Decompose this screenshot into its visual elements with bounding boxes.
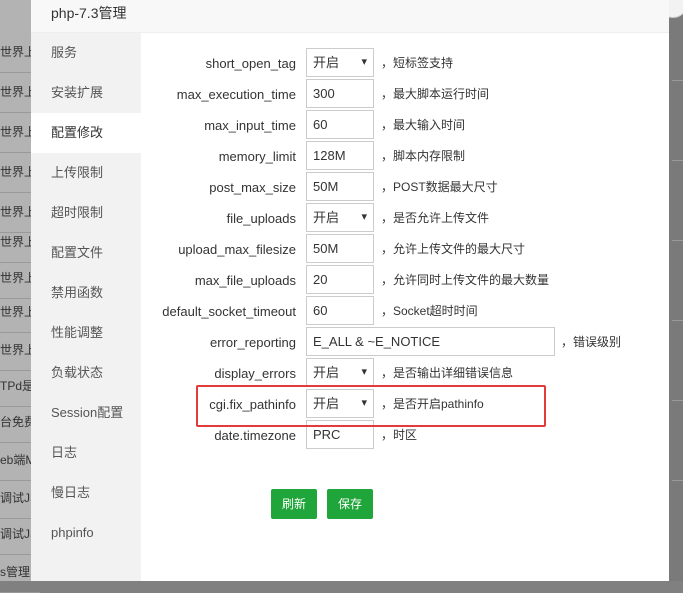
sidebar-item-service[interactable]: 服务 bbox=[31, 33, 141, 73]
default-socket-timeout-input[interactable]: 60 bbox=[306, 296, 374, 325]
setting-description: ，POST数据最大尺寸 bbox=[381, 180, 498, 194]
setting-label: short_open_tag bbox=[205, 56, 296, 71]
background-divider bbox=[672, 160, 683, 161]
setting-label: error_reporting bbox=[210, 335, 296, 350]
sidebar-item-install-extensions[interactable]: 安装扩展 bbox=[31, 73, 141, 113]
setting-label: max_input_time bbox=[204, 118, 296, 133]
sidebar-item-disabled-functions[interactable]: 禁用函数 bbox=[31, 273, 141, 313]
setting-description: ，是否允许上传文件 bbox=[381, 211, 490, 225]
setting-label: post_max_size bbox=[209, 180, 296, 195]
php-manage-dialog: php-7.3管理 服务 安装扩展 配置修改 上传限制 超时限制 配置文件 禁用… bbox=[31, 0, 669, 581]
sidebar-item-performance[interactable]: 性能调整 bbox=[31, 313, 141, 353]
setting-row-error-reporting: error_reporting E_ALL & ~E_NOTICE ，错误级别 bbox=[141, 327, 669, 358]
background-divider bbox=[672, 320, 683, 321]
setting-description: ，最大脚本运行时间 bbox=[381, 87, 490, 101]
max-input-time-input[interactable]: 60 bbox=[306, 110, 374, 139]
post-max-size-input[interactable]: 50M bbox=[306, 172, 374, 201]
setting-label: memory_limit bbox=[218, 149, 296, 164]
setting-row-max-input-time: max_input_time 60 ，最大输入时间 bbox=[141, 110, 669, 141]
sidebar-item-upload-limit[interactable]: 上传限制 bbox=[31, 153, 141, 193]
sidebar-item-load-status[interactable]: 负载状态 bbox=[31, 353, 141, 393]
setting-description: ，脚本内存限制 bbox=[381, 149, 466, 163]
setting-row-max-file-uploads: max_file_uploads 20 ，允许同时上传文件的最大数量 bbox=[141, 265, 669, 296]
dialog-title: php-7.3管理 bbox=[31, 0, 669, 33]
background-divider bbox=[672, 240, 683, 241]
sidebar-item-phpinfo[interactable]: phpinfo bbox=[31, 513, 141, 553]
setting-description: ，允许上传文件的最大尺寸 bbox=[381, 242, 526, 256]
setting-row-memory-limit: memory_limit 128M ，脚本内存限制 bbox=[141, 141, 669, 172]
sidebar-item-config-edit[interactable]: 配置修改 bbox=[31, 113, 141, 153]
sidebar-item-config-file[interactable]: 配置文件 bbox=[31, 233, 141, 273]
setting-label: max_file_uploads bbox=[194, 273, 296, 288]
setting-row-default-socket-timeout: default_socket_timeout 60 ，Socket超时时间 bbox=[141, 296, 669, 327]
setting-description: ，短标签支持 bbox=[381, 56, 454, 70]
error-reporting-input[interactable]: E_ALL & ~E_NOTICE bbox=[306, 327, 555, 356]
setting-row-upload-max-filesize: upload_max_filesize 50M ，允许上传文件的最大尺寸 bbox=[141, 234, 669, 265]
save-button[interactable]: 保存 bbox=[327, 489, 374, 519]
upload-max-filesize-input[interactable]: 50M bbox=[306, 234, 374, 263]
sidebar-item-timeout-limit[interactable]: 超时限制 bbox=[31, 193, 141, 233]
sidebar-item-log[interactable]: 日志 bbox=[31, 433, 141, 473]
memory-limit-input[interactable]: 128M bbox=[306, 141, 374, 170]
sidebar-item-slow-log[interactable]: 慢日志 bbox=[31, 473, 141, 513]
highlight-box bbox=[196, 385, 546, 427]
short-open-tag-select[interactable]: 开启 bbox=[306, 48, 374, 77]
setting-row-file-uploads: file_uploads 开启 ，是否允许上传文件 bbox=[141, 203, 669, 234]
background-right-edge bbox=[669, 0, 683, 581]
setting-label: default_socket_timeout bbox=[162, 304, 296, 319]
setting-row-short-open-tag: short_open_tag 开启 ，短标签支持 bbox=[141, 48, 669, 79]
setting-row-max-execution-time: max_execution_time 300 ，最大脚本运行时间 bbox=[141, 79, 669, 110]
max-execution-time-input[interactable]: 300 bbox=[306, 79, 374, 108]
file-uploads-select[interactable]: 开启 bbox=[306, 203, 374, 232]
setting-label: file_uploads bbox=[226, 211, 296, 226]
config-form: short_open_tag 开启 ，短标签支持 max_execution_t… bbox=[141, 33, 669, 581]
display-errors-select[interactable]: 开启 bbox=[306, 358, 374, 387]
setting-description: ，错误级别 bbox=[561, 335, 622, 349]
dialog-sidebar: 服务 安装扩展 配置修改 上传限制 超时限制 配置文件 禁用函数 性能调整 负载… bbox=[31, 33, 141, 581]
setting-label: upload_max_filesize bbox=[178, 242, 296, 257]
setting-description: ，Socket超时时间 bbox=[381, 304, 478, 318]
background-divider bbox=[672, 480, 683, 481]
refresh-button[interactable]: 刷新 bbox=[271, 489, 318, 519]
setting-description: ，最大输入时间 bbox=[381, 118, 466, 132]
setting-description: ，允许同时上传文件的最大数量 bbox=[381, 273, 550, 287]
background-divider bbox=[672, 80, 683, 81]
background-divider bbox=[672, 400, 683, 401]
sidebar-item-session-config[interactable]: Session配置 bbox=[31, 393, 141, 433]
setting-label: max_execution_time bbox=[176, 87, 296, 102]
max-file-uploads-input[interactable]: 20 bbox=[306, 265, 374, 294]
setting-row-post-max-size: post_max_size 50M ，POST数据最大尺寸 bbox=[141, 172, 669, 203]
